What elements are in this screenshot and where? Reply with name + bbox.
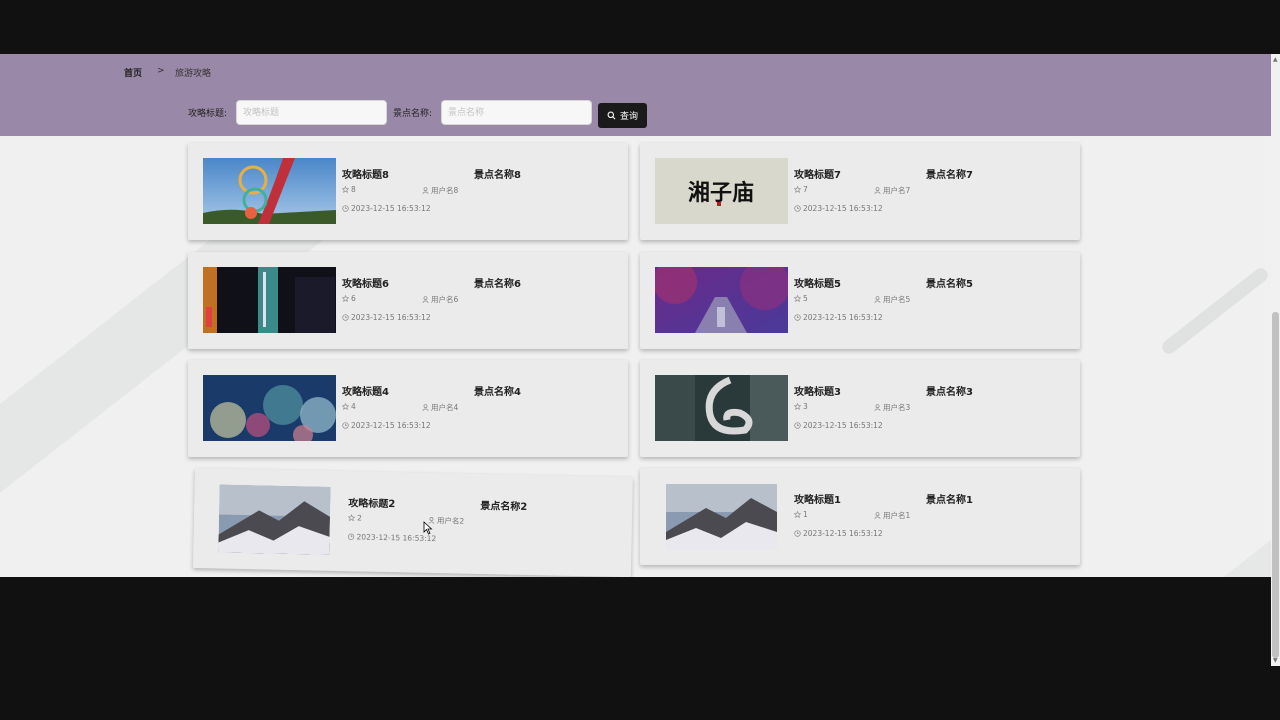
card-title[interactable]: 攻略标题6 [342,275,389,290]
header-banner: 首页 > 旅游攻略 攻略标题: 景点名称: 查询 [0,54,1271,136]
card-spot-name: 景点名称8 [474,170,521,181]
clock-icon [794,422,801,429]
blossom-path-photo [655,267,788,333]
card-likes: 7 [794,185,808,194]
star-icon [794,295,801,302]
background-stripe [1159,265,1271,357]
card-likes: 6 [342,294,356,303]
star-icon [794,186,801,193]
card-likes: 5 [794,294,808,303]
card-title[interactable]: 攻略标题3 [794,383,841,398]
clock-icon [794,314,801,321]
card-time: 2023-12-15 16:53:12 [342,421,431,430]
card-likes: 4 [342,402,356,411]
underwater-coral-photo [203,375,336,441]
user-icon [422,187,429,194]
star-icon [342,403,349,410]
clock-icon [347,533,355,540]
card-spot-name: 景点名称5 [926,279,973,290]
user-icon [874,512,881,519]
clock-icon [342,314,349,321]
card-likes: 3 [794,402,808,411]
card-spot-name: 景点名称1 [926,495,973,506]
user-icon [422,404,429,411]
calligraphy-photo: 湘子庙 [655,158,788,224]
query-button-label: 查询 [619,112,638,122]
star-icon [794,403,801,410]
card-time: 2023-12-15 16:53:12 [342,204,431,213]
card-title[interactable]: 攻略标题1 [794,491,841,506]
card-author: 用户名4 [422,402,458,413]
user-icon [874,187,881,194]
page-viewport: 首页 > 旅游攻略 攻略标题: 景点名称: 查询 攻略标题8 景点名称8 8 [0,54,1271,577]
star-icon [342,186,349,193]
clock-icon [342,422,349,429]
strategy-card[interactable]: 攻略标题4 景点名称4 4 用户名4 2023-12-15 16:53:12 [188,360,628,457]
card-likes: 8 [342,185,356,194]
strategy-card[interactable]: 攻略标题5 景点名称5 5 用户名5 2023-12-15 16:53:12 [640,252,1080,349]
card-spot-name: 景点名称7 [926,170,973,181]
scrollbar-thumb[interactable] [1272,312,1279,658]
card-time: 2023-12-15 16:53:12 [794,421,883,430]
star-icon [347,514,356,522]
card-likes: 2 [347,513,362,523]
breadcrumb-separator: > [157,66,165,76]
clock-icon [794,530,801,537]
card-likes: 1 [794,510,808,519]
card-time: 2023-12-15 16:53:12 [794,204,883,213]
user-icon [422,296,429,303]
card-spot-name: 景点名称3 [926,387,973,398]
spot-search-input[interactable] [441,100,592,125]
title-search-input[interactable] [236,100,387,125]
card-title[interactable]: 攻略标题7 [794,166,841,181]
card-author: 用户名6 [422,294,458,305]
card-spot-name: 景点名称4 [474,387,521,398]
query-button[interactable]: 查询 [598,103,647,128]
card-time: 2023-12-15 16:53:12 [794,529,883,538]
title-filter-label: 攻略标题: [188,109,228,119]
breadcrumb-home[interactable]: 首页 [124,66,142,79]
card-author: 用户名2 [428,515,465,527]
metal-sculpture-photo [655,375,788,441]
ferris-wheel-photo [203,158,336,224]
card-title[interactable]: 攻略标题5 [794,275,841,290]
user-icon [874,296,881,303]
background-stripe [1184,508,1271,577]
star-icon [794,511,801,518]
breadcrumb-current: 旅游攻略 [175,69,212,79]
mouse-cursor-icon [423,521,433,535]
strategy-card-hovered[interactable]: 攻略标题2 景点名称2 2 用户名2 2023-12-15 16:53:12 [192,468,633,577]
user-icon [874,404,881,411]
clock-icon [794,205,801,212]
clock-icon [342,205,349,212]
night-street-photo [203,267,336,333]
strategy-card[interactable]: 攻略标题3 景点名称3 3 用户名3 2023-12-15 16:53:12 [640,360,1080,457]
strategy-card[interactable]: 攻略标题1 景点名称1 1 用户名1 2023-12-15 16:53:12 [640,468,1080,565]
strategy-card[interactable]: 攻略标题6 景点名称6 6 用户名6 2023-12-15 16:53:12 [188,252,628,349]
card-author: 用户名8 [422,185,458,196]
snow-mountain-photo [666,484,777,550]
card-spot-name: 景点名称6 [474,279,521,290]
card-author: 用户名3 [874,402,910,413]
card-time: 2023-12-15 16:53:12 [342,313,431,322]
vertical-scrollbar[interactable]: ▲ ▼ [1271,54,1280,666]
card-author: 用户名7 [874,185,910,196]
scroll-down-arrow-icon[interactable]: ▼ [1273,657,1278,664]
card-time: 2023-12-15 16:53:12 [794,313,883,322]
card-title[interactable]: 攻略标题2 [348,494,395,510]
card-spot-name: 景点名称2 [480,500,528,513]
card-author: 用户名5 [874,294,910,305]
scroll-up-arrow-icon[interactable]: ▲ [1273,56,1278,63]
strategy-card[interactable]: 湘子庙 攻略标题7 景点名称7 7 用户名7 2023-12-15 16:53:… [640,143,1080,240]
star-icon [342,295,349,302]
card-title[interactable]: 攻略标题4 [342,383,389,398]
snow-mountain-photo [218,484,331,555]
card-author: 用户名1 [874,510,910,521]
spot-filter-label: 景点名称: [393,109,433,119]
strategy-card[interactable]: 攻略标题8 景点名称8 8 用户名8 2023-12-15 16:53:12 [188,143,628,240]
search-icon [607,111,616,120]
card-title[interactable]: 攻略标题8 [342,166,389,181]
